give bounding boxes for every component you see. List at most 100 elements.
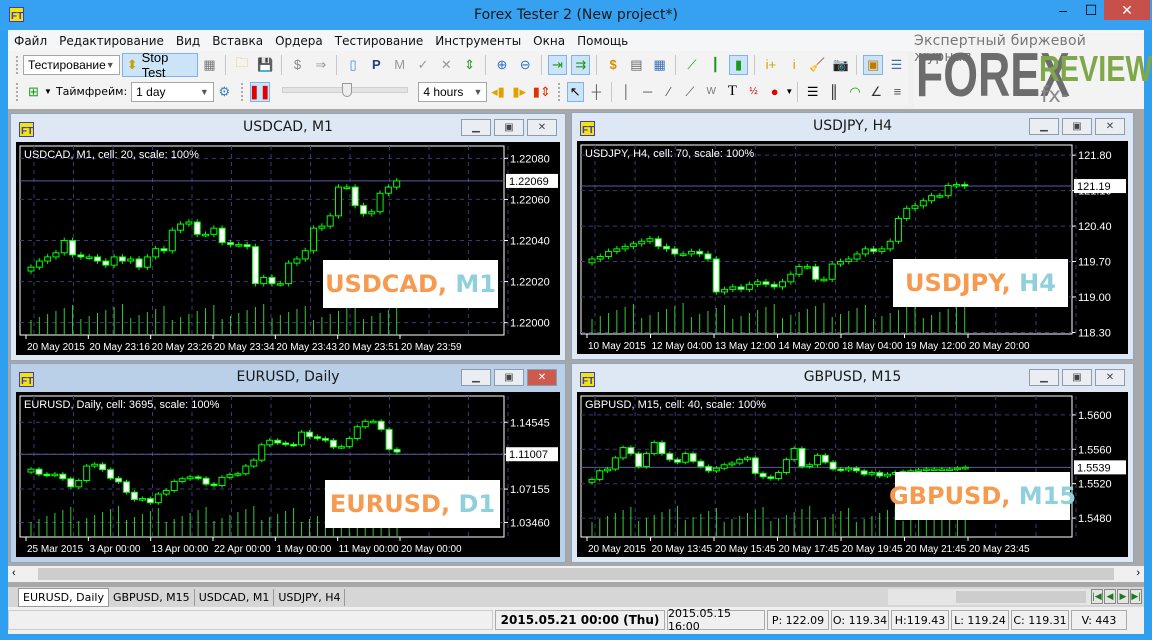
chart-close-button[interactable]: ✕ <box>527 369 557 386</box>
calculator-icon[interactable]: ▦ <box>650 55 669 75</box>
crosshair-icon[interactable]: ┼ <box>588 82 605 102</box>
step-back-icon[interactable]: ◂▮ <box>489 82 506 102</box>
tab-gbpusd-m15[interactable]: GBPUSD, M15 <box>109 588 195 606</box>
toolbar-grip[interactable] <box>557 82 561 101</box>
bar-chart-icon[interactable]: ┃ <box>706 55 725 75</box>
wave-icon[interactable]: W <box>703 82 720 102</box>
tabs-scrollbar-thumb[interactable] <box>956 591 1086 603</box>
check-document-icon[interactable]: ✓ <box>413 55 432 75</box>
timeframe-select[interactable]: 1 day ▼ <box>131 81 214 102</box>
toolbar-grip[interactable] <box>16 82 19 101</box>
stop-test-button[interactable]: ⬍ Stop Test <box>121 50 198 80</box>
trend-line-icon[interactable]: ⁄ <box>660 82 677 102</box>
chart-restore-button[interactable]: ▣ <box>494 119 524 136</box>
chart-minimize-button[interactable]: ▁ <box>1029 118 1059 135</box>
menu-orders[interactable]: Ордера <box>275 34 323 48</box>
chart-minimize-button[interactable]: ▁ <box>1029 369 1059 386</box>
template-icon[interactable]: ▣ <box>863 54 883 75</box>
close-button[interactable]: ✕ <box>1104 0 1150 20</box>
chart-minimize-button[interactable]: ▁ <box>461 119 491 136</box>
step-bar-icon[interactable]: ▮⇕ <box>532 82 552 102</box>
chart-canvas[interactable]: 1.14545 1.11007 1.07155 1.03460 25 Mar 2015 3… <box>16 392 560 557</box>
toolbar-grip[interactable] <box>16 55 19 74</box>
menu-testing[interactable]: Тестирование <box>335 34 424 48</box>
horizontal-lines-icon[interactable]: ☰ <box>804 82 821 102</box>
tab-eurusd-daily[interactable]: EURUSD, Daily <box>18 587 109 607</box>
auto-scroll-icon[interactable]: ⇉ <box>571 54 591 75</box>
mode-select[interactable]: Тестирование ▼ <box>22 54 120 75</box>
menu-view[interactable]: Вид <box>176 34 200 48</box>
last-tab-icon[interactable]: ▶| <box>1130 589 1142 604</box>
chart-restore-button[interactable]: ▣ <box>1062 369 1092 386</box>
tab-usdjpy-h4[interactable]: USDJPY, H4 <box>274 588 346 606</box>
step-select[interactable]: 4 hours ▼ <box>418 81 488 102</box>
chart-restore-button[interactable]: ▣ <box>494 369 524 386</box>
chart-window-gbpusd[interactable]: FT GBPUSD, M15 ▁ ▣ ✕ 1.5600 1.5560 1.5520 1.5… <box>571 363 1134 563</box>
chart-window-eurusd[interactable]: FT EURUSD, Daily ▁▣✕ 1.145451.110071.071… <box>10 363 566 563</box>
step-forward-icon[interactable]: ▮▸ <box>511 82 528 102</box>
text-icon[interactable]: T <box>724 82 741 102</box>
chart-close-button[interactable]: ✕ <box>1095 118 1125 135</box>
color-dropdown-icon[interactable]: ▼ <box>785 87 793 96</box>
close-document-icon[interactable]: ✕ <box>437 55 456 75</box>
menu-file[interactable]: Файл <box>14 34 47 48</box>
p-document-icon[interactable]: P <box>367 55 386 75</box>
money-icon[interactable]: $ <box>603 55 622 75</box>
minimize-button[interactable]: – <box>1048 0 1078 20</box>
vertical-lines-icon[interactable]: ║ <box>825 82 842 102</box>
chart-window-usdjpy[interactable]: FT USDJPY, H4 ▁▣✕ 121.80121.10120.40119.… <box>571 112 1134 360</box>
indicator-info-icon[interactable]: i <box>785 55 804 75</box>
menu-edit[interactable]: Редактирование <box>59 34 164 48</box>
menu-tools[interactable]: Инструменты <box>435 34 521 48</box>
maximize-button[interactable]: ☐ <box>1076 0 1106 20</box>
menu-windows[interactable]: Окна <box>533 34 565 48</box>
scrollbar-thumb[interactable] <box>38 568 1114 580</box>
first-tab-icon[interactable]: |◀ <box>1091 589 1103 604</box>
new-chart-icon[interactable]: ⊞ <box>25 82 42 102</box>
open-folder-icon[interactable]: 🗀 <box>232 55 251 75</box>
ray-icon[interactable]: ⟋ <box>681 82 698 102</box>
chart-edit-icon[interactable]: ▦ <box>200 55 219 75</box>
chart-close-button[interactable]: ✕ <box>527 119 557 136</box>
color-picker-icon[interactable]: ● <box>766 82 783 102</box>
candle-chart-icon[interactable]: ▮ <box>728 54 749 75</box>
zoom-in-icon[interactable]: ⊕ <box>492 55 511 75</box>
wave-label-icon[interactable]: ½ <box>745 82 762 102</box>
menu-insert[interactable]: Вставка <box>212 34 263 48</box>
zoom-out-icon[interactable]: ⊖ <box>516 55 535 75</box>
broom-icon[interactable]: 🧹 <box>808 55 827 75</box>
scroll-right-icon[interactable]: › <box>1136 567 1140 579</box>
chart-window-usdcad[interactable]: FT USDCAD, M1 ▁ ▣ ✕ 1.22080 1.22060 1.22040 1… <box>10 113 566 361</box>
pause-icon[interactable]: ❚❚ <box>249 81 271 102</box>
chart-canvas[interactable]: 1.5600 1.5560 1.5520 1.5480 20 May 2015 20 Ma… <box>577 392 1128 557</box>
clock-settings-icon[interactable]: ⚙ <box>216 82 233 102</box>
tab-usdcad-m1[interactable]: USDCAD, M1 <box>195 588 275 606</box>
sort-document-icon[interactable]: ⇕ <box>460 55 479 75</box>
toolbar-grip[interactable] <box>240 82 244 101</box>
chart-canvas[interactable]: 1.22080 1.22060 1.22040 1.22020 1.22000 20 Ma… <box>16 142 560 355</box>
menu-help[interactable]: Помощь <box>577 34 628 48</box>
camera-icon[interactable]: 📷 <box>831 55 850 75</box>
data-center-icon[interactable]: ▤ <box>627 55 646 75</box>
save-project-icon[interactable]: 💾 <box>256 55 275 75</box>
new-chart-dropdown-icon[interactable]: ▼ <box>44 87 52 96</box>
next-tab-icon[interactable]: ▶ <box>1117 589 1129 604</box>
m-document-icon[interactable]: M <box>390 55 409 75</box>
fibo-retracement-icon[interactable]: ≡ <box>889 82 906 102</box>
cursor-icon[interactable]: ↖ <box>566 81 584 102</box>
mdi-horizontal-scrollbar[interactable]: ‹ › <box>8 566 1144 582</box>
line-chart-icon[interactable]: ⟋ <box>682 55 701 75</box>
chart-shift-icon[interactable]: ⇥ <box>547 54 568 75</box>
fibo-fan-icon[interactable]: ∠ <box>868 82 885 102</box>
export-icon[interactable]: ⇒ <box>311 55 330 75</box>
chart-minimize-button[interactable]: ▁ <box>461 369 491 386</box>
add-indicator-icon[interactable]: i+ <box>761 55 780 75</box>
chart-restore-button[interactable]: ▣ <box>1062 118 1092 135</box>
prev-tab-icon[interactable]: ◀ <box>1104 589 1116 604</box>
vertical-line-icon[interactable]: │ <box>618 82 635 102</box>
scroll-left-icon[interactable]: ‹ <box>12 567 16 579</box>
account-icon[interactable]: $ <box>288 55 307 75</box>
slider-thumb[interactable] <box>341 82 352 97</box>
fibo-arc-icon[interactable]: ◠ <box>846 82 863 102</box>
list-icon[interactable]: ☰ <box>887 55 906 75</box>
